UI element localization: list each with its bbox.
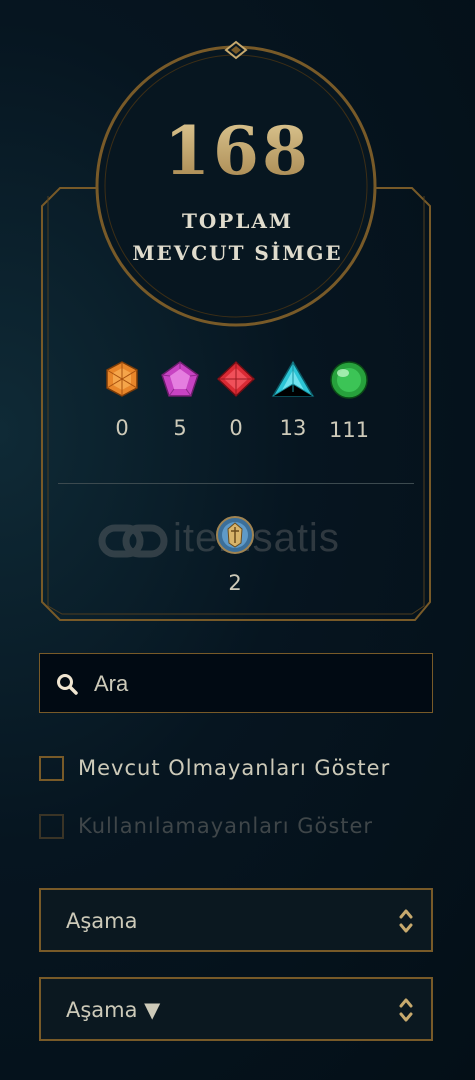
gem-teal: 13 bbox=[263, 360, 323, 440]
updown-arrows-icon bbox=[399, 909, 413, 933]
chain-link-icon bbox=[98, 524, 168, 558]
total-available-label: TOPLAM MEVCUT SİMGE bbox=[132, 209, 343, 265]
show-unowned-toggle[interactable]: Mevcut Olmayanları Göster bbox=[39, 753, 390, 783]
gem-red: 0 bbox=[206, 360, 266, 440]
gem-orange-count: 0 bbox=[115, 416, 129, 440]
green-gem-icon bbox=[330, 361, 368, 399]
gem-teal-count: 13 bbox=[279, 416, 307, 440]
show-unowned-checkbox[interactable] bbox=[39, 755, 64, 781]
show-unusable-checkbox[interactable] bbox=[39, 813, 64, 839]
sort-select-primary[interactable]: Aşama bbox=[39, 888, 433, 952]
sort-secondary-value: Aşama ▼ bbox=[66, 998, 161, 1022]
token-count: 2 bbox=[228, 571, 242, 595]
emblem-token-icon bbox=[216, 516, 254, 554]
gem-counts: 0 5 0 13 111 bbox=[0, 360, 475, 450]
search-box[interactable] bbox=[39, 653, 433, 713]
token-item: 2 bbox=[205, 515, 265, 595]
search-icon bbox=[57, 674, 78, 695]
gem-purple: 5 bbox=[150, 360, 210, 440]
updown-arrows-icon bbox=[399, 998, 413, 1022]
gem-red-count: 0 bbox=[229, 416, 243, 440]
teal-gem-icon bbox=[271, 360, 315, 397]
orange-gem-icon bbox=[106, 361, 138, 397]
show-unowned-label: Mevcut Olmayanları Göster bbox=[78, 756, 391, 780]
total-available-count: 168 bbox=[0, 112, 475, 190]
sort-select-secondary[interactable]: Aşama ▼ bbox=[39, 977, 433, 1041]
gem-green-count: 111 bbox=[328, 418, 370, 442]
divider bbox=[58, 483, 414, 484]
gem-orange: 0 bbox=[92, 360, 152, 440]
gem-purple-count: 5 bbox=[173, 416, 187, 440]
gem-green: 111 bbox=[319, 360, 379, 442]
red-gem-icon bbox=[216, 360, 256, 398]
show-unusable-toggle[interactable]: Kullanılamayanları Göster bbox=[39, 811, 373, 841]
search-input[interactable] bbox=[94, 664, 414, 704]
sort-primary-value: Aşama bbox=[66, 909, 138, 933]
show-unusable-label: Kullanılamayanları Göster bbox=[78, 814, 374, 838]
purple-gem-icon bbox=[161, 361, 199, 397]
